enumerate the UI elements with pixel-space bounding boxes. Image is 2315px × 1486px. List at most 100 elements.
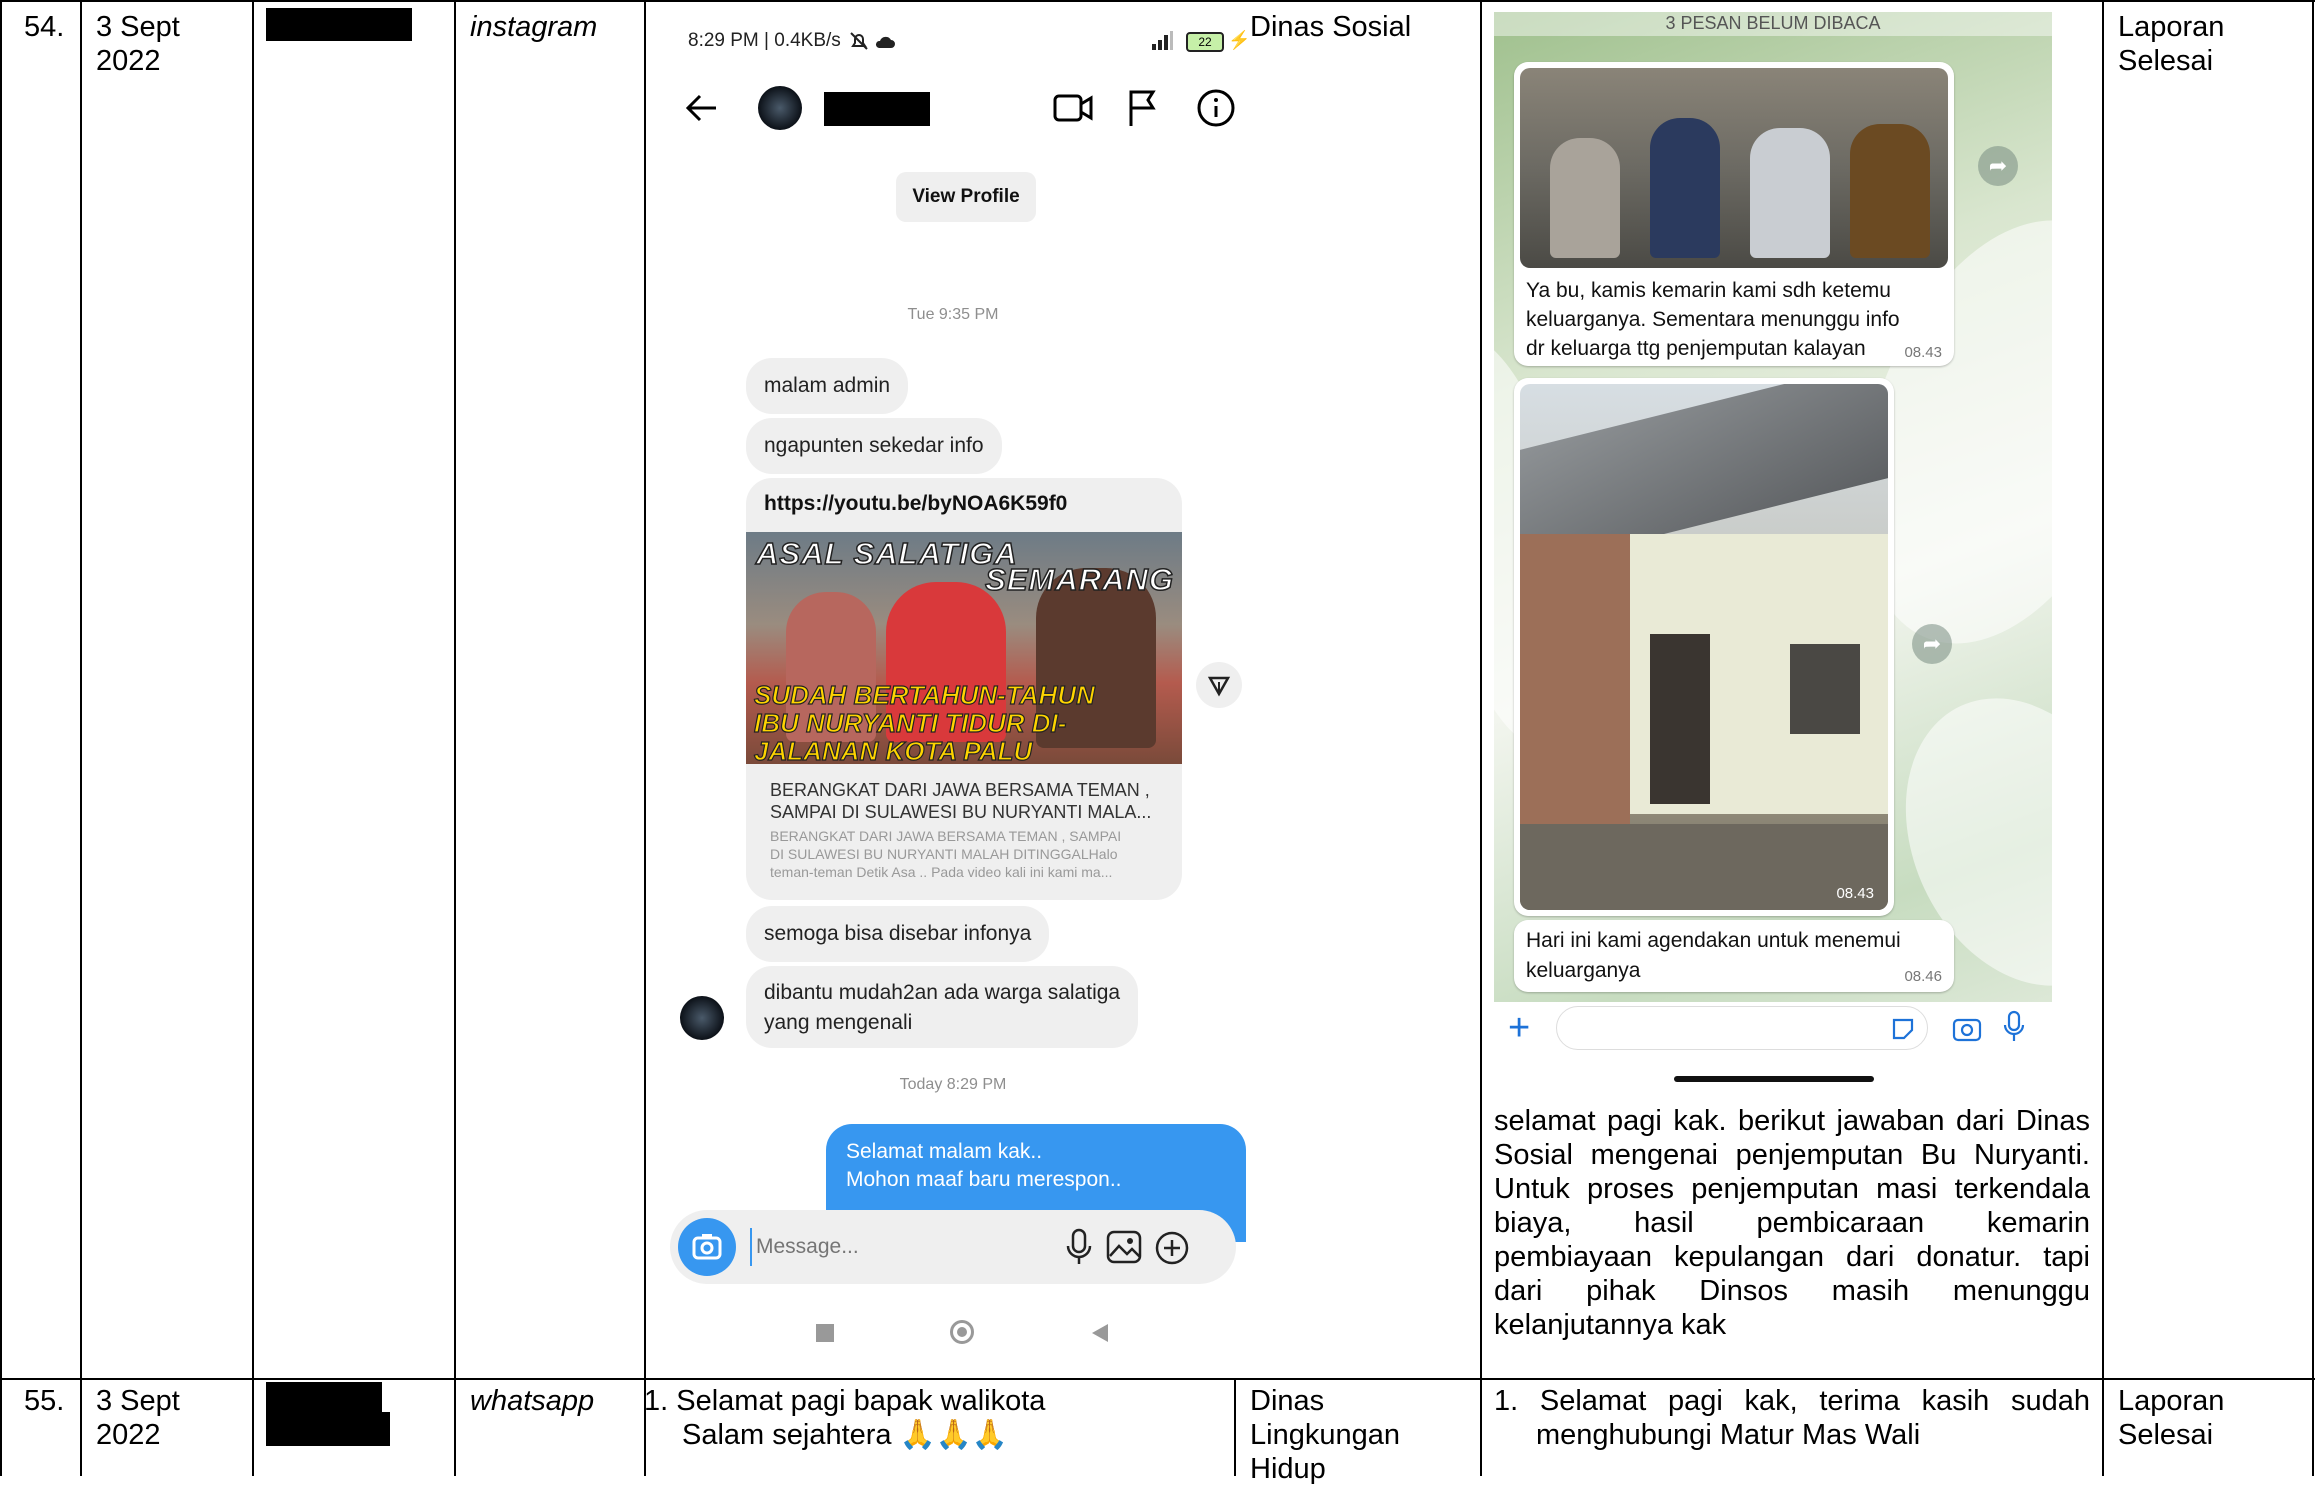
attach-plus-icon[interactable]: + <box>1508 1008 1530 1048</box>
nav-home-icon[interactable] <box>950 1320 974 1344</box>
info-icon[interactable] <box>1196 88 1236 128</box>
timestamp: Today 8:29 PM <box>899 1076 1007 1093</box>
col-border <box>2102 0 2104 1476</box>
composer-bar: + <box>1494 1002 2052 1097</box>
report-date: 3 Sept 2022 <box>96 11 180 77</box>
battery-icon: 22 <box>1186 32 1224 52</box>
message-line: Ya bu, kamis kemarin kami sdh ketemu <box>1526 279 1891 302</box>
link-preview-card[interactable]: https://youtu.be/byNOA6K59f0 ASAL SALATI… <box>746 478 1182 900</box>
complaint-text: 1. Selamat pagi bapak walikota <box>644 1385 1046 1417</box>
message-bubble: semoga bisa disebar infonya <box>746 906 1050 962</box>
gallery-icon[interactable] <box>1106 1230 1142 1264</box>
col-border <box>80 0 82 1476</box>
message-line: yang mengenali <box>764 1011 913 1034</box>
link-url[interactable]: https://youtu.be/byNOA6K59f0 <box>764 492 1067 516</box>
person-figure <box>1650 118 1720 258</box>
photo-thumbnail[interactable]: 08.43 <box>1520 384 1888 910</box>
message-composer[interactable] <box>670 1210 1236 1284</box>
message-bubble[interactable]: Ya bu, kamis kemarin kami sdh ketemu kel… <box>1514 62 1954 366</box>
forward-icon[interactable]: ➦ <box>1978 146 2018 186</box>
flag-icon[interactable] <box>1126 88 1160 128</box>
thumb-caption: SUDAH BERTAHUN-TAHUN <box>753 679 1095 710</box>
video-call-icon[interactable] <box>1052 90 1094 126</box>
nav-recents-icon[interactable] <box>816 1324 834 1342</box>
photo-thumbnail[interactable] <box>1520 68 1948 268</box>
row-number: 55. <box>24 1385 65 1417</box>
link-description: BERANGKAT DARI JAWA BERSAMA TEMAN , SAMP… <box>770 828 1122 844</box>
col-border <box>0 0 2 1476</box>
person-figure <box>1850 124 1930 258</box>
door <box>1650 634 1710 804</box>
channel: whatsapp <box>470 1385 595 1417</box>
department: Dinas Sosial <box>1250 11 1412 43</box>
brick-wall <box>1520 534 1630 834</box>
thumb-caption: SEMARANG <box>984 561 1174 598</box>
redacted-username <box>824 92 930 126</box>
message-bubble: ngapunten sekedar info <box>746 418 1002 474</box>
row-divider <box>0 1378 2315 1380</box>
photo-message[interactable]: 08.43 <box>1514 378 1894 916</box>
message-time: 08.43 <box>1904 344 1942 361</box>
redacted-name <box>266 8 412 41</box>
link-title: SAMPAI DI SULAWESI BU NURYANTI MALA... <box>770 802 1152 822</box>
camera-button[interactable] <box>678 1218 736 1276</box>
message-line: Hari ini kami agendakan untuk menemui <box>1526 929 1901 952</box>
row-number: 54. <box>24 11 65 43</box>
response-text: selamat pagi kak. berikut jawaban dari D… <box>1494 1105 2090 1341</box>
unread-banner: 3 PESAN BELUM DIBACA <box>1494 12 2052 36</box>
avatar[interactable] <box>758 86 802 130</box>
status-bar-text: 8:29 PM | 0.4KB/s <box>688 30 841 51</box>
cloud-icon <box>875 36 895 48</box>
col-border <box>644 0 646 1476</box>
person-figure <box>1750 128 1830 258</box>
message-input[interactable] <box>1556 1006 1928 1050</box>
microphone-icon[interactable] <box>2002 1010 2026 1044</box>
col-border <box>1480 0 1482 1476</box>
link-description: DI SULAWESI BU NURYANTI MALAH DITINGGALH… <box>770 846 1118 862</box>
col-border <box>454 0 456 1476</box>
message-line: Selamat malam kak.. <box>846 1140 1043 1163</box>
message-line: keluarganya <box>1526 959 1641 982</box>
status: Laporan Selesai <box>2118 1385 2225 1451</box>
share-icon[interactable] <box>1196 662 1242 708</box>
message-bubble: malam admin <box>746 358 909 414</box>
message-line: Mohon maaf baru merespon.. <box>846 1168 1122 1191</box>
back-arrow-icon[interactable] <box>682 88 722 128</box>
link-title: BERANGKAT DARI JAWA BERSAMA TEMAN , <box>770 780 1150 800</box>
photo-time: 08.43 <box>1836 885 1874 902</box>
person-figure <box>1550 138 1620 258</box>
table-border-top <box>0 0 2315 2</box>
message-line: dr keluarga ttg penjemputan kalayan <box>1526 337 1866 360</box>
link-description: teman-teman Detik Asa .. Pada video kali… <box>770 864 1113 880</box>
redacted-name <box>266 1412 390 1446</box>
nav-back-icon[interactable] <box>1090 1322 1110 1344</box>
home-indicator <box>1674 1076 1874 1082</box>
avatar[interactable] <box>680 996 724 1040</box>
charging-icon: ⚡ <box>1228 30 1250 50</box>
col-border <box>252 0 254 1476</box>
view-profile-button[interactable]: View Profile <box>896 172 1036 222</box>
col-border <box>2312 0 2314 1476</box>
response-text: 1. Selamat pagi kak, terima kasih sudah <box>1494 1385 2090 1417</box>
complaint-text: Salam sejahtera 🙏🙏🙏 <box>682 1419 1008 1451</box>
forward-icon[interactable]: ➦ <box>1912 624 1952 664</box>
whatsapp-screenshot: 3 PESAN BELUM DIBACA Ya bu, kamis kemari… <box>1494 12 2052 1097</box>
report-date: 3 Sept 2022 <box>96 1385 180 1451</box>
message-input[interactable] <box>750 1228 958 1266</box>
video-thumbnail[interactable]: ASAL SALATIGA SEMARANG SUDAH BERTAHUN-TA… <box>746 532 1182 764</box>
channel: instagram <box>470 11 598 43</box>
col-border <box>1234 1378 1236 1476</box>
microphone-icon[interactable] <box>1064 1228 1094 1266</box>
message-time: 08.46 <box>1904 968 1942 985</box>
sticker-icon[interactable] <box>1890 1016 1916 1042</box>
thumb-caption: ASAL SALATIGA <box>755 535 1018 572</box>
timestamp: Tue 9:35 PM <box>907 306 999 323</box>
add-icon[interactable] <box>1154 1230 1190 1266</box>
camera-icon[interactable] <box>1952 1014 1982 1042</box>
message-bubble[interactable]: Hari ini kami agendakan untuk menemui ke… <box>1514 920 1954 992</box>
department: Dinas Lingkungan Hidup <box>1250 1385 1400 1485</box>
signal-icon <box>1152 31 1173 50</box>
window <box>1790 644 1860 734</box>
floor <box>1520 824 1888 910</box>
message-bubble: dibantu mudah2an ada warga salatiga yang… <box>746 966 1139 1048</box>
